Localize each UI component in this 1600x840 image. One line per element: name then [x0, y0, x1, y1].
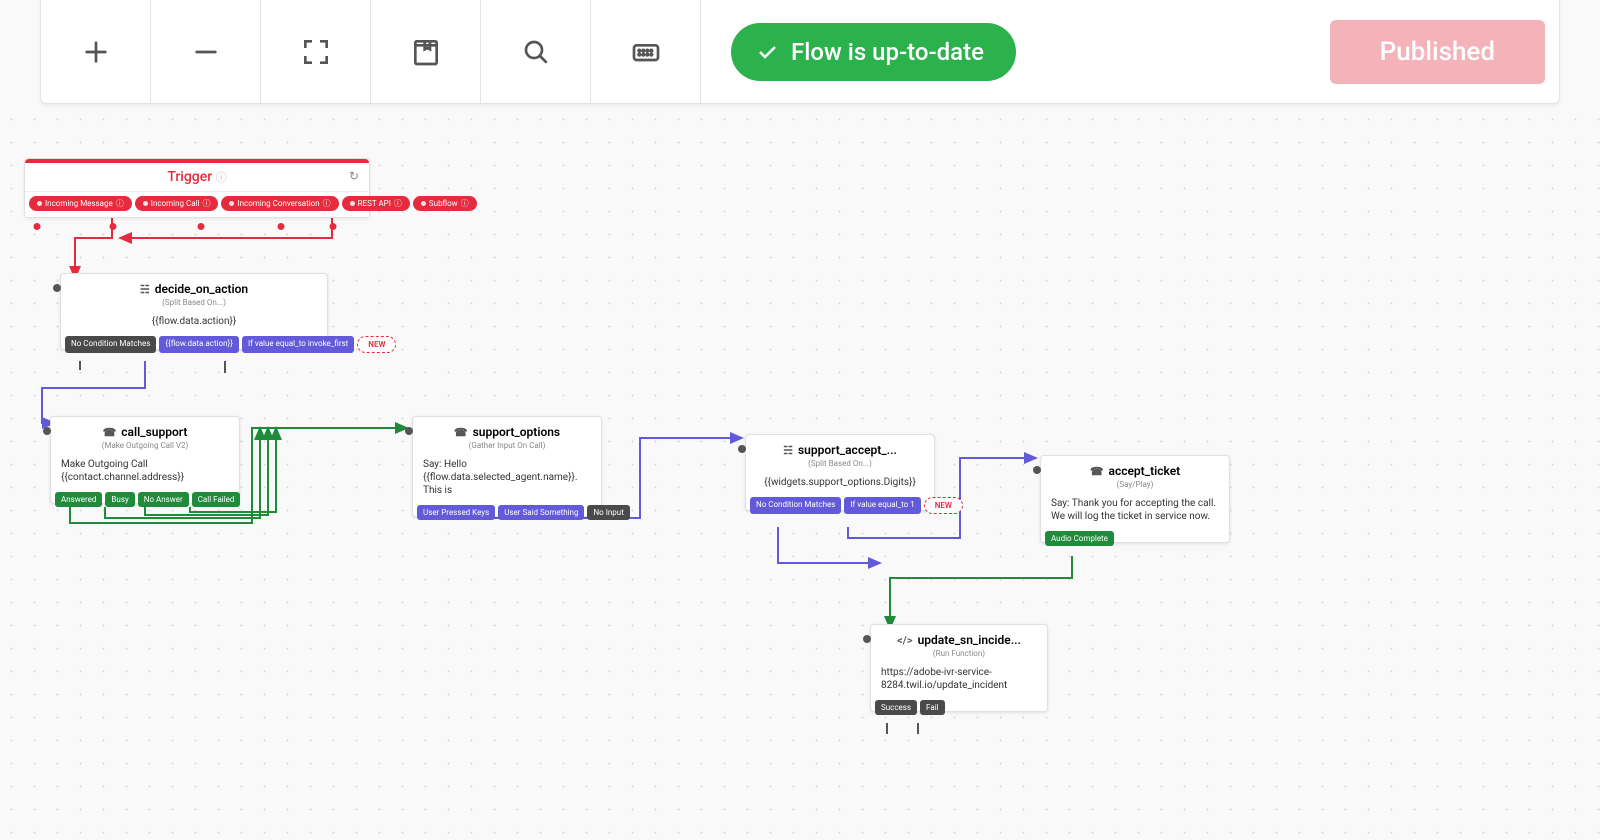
widget-title: decide_on_action: [155, 282, 248, 296]
widget-support-options[interactable]: ☎support_options (Gather Input On Call) …: [412, 416, 602, 517]
fullscreen-icon: [300, 36, 332, 68]
out-success[interactable]: Success: [875, 700, 917, 715]
keyboard-icon: [630, 36, 662, 68]
trigger-pill-incoming-call[interactable]: Incoming Callⓘ: [135, 196, 219, 211]
widget-title: call_support: [121, 425, 187, 439]
flow-canvas[interactable]: Trigger ⓘ ↻ Incoming Messageⓘ Incoming C…: [0, 108, 1600, 840]
out-answered[interactable]: Answered: [55, 492, 102, 507]
info-icon: ⓘ: [216, 171, 227, 184]
out-fail[interactable]: Fail: [920, 700, 945, 715]
search-icon: [520, 36, 552, 68]
widget-body: Say: Thank you for accepting the call. W…: [1041, 493, 1229, 531]
widget-subtitle: (Split Based On...): [746, 459, 934, 472]
out-flow-action[interactable]: {{flow.data.action}}: [159, 336, 239, 353]
widget-body: https://adobe-ivr-service-8284.twil.io/u…: [871, 662, 1047, 700]
out-said-something[interactable]: User Said Something: [498, 505, 584, 520]
out-no-condition[interactable]: No Condition Matches: [65, 336, 156, 353]
widget-title: update_sn_incide...: [918, 633, 1021, 647]
library-button[interactable]: [371, 0, 481, 104]
widget-call-support[interactable]: ☎ call_support (Make Outgoing Call V2) Ma…: [50, 416, 240, 504]
out-busy[interactable]: Busy: [105, 492, 134, 507]
trigger-title-label: Trigger: [167, 169, 212, 185]
out-if-equal[interactable]: If value equal_to 1: [844, 497, 920, 514]
widget-title: support_options: [473, 425, 561, 439]
widget-subtitle: (Split Based On...): [61, 298, 327, 311]
publish-label: Published: [1380, 37, 1495, 67]
out-new[interactable]: NEW: [924, 497, 963, 514]
out-no-answer[interactable]: No Answer: [138, 492, 189, 507]
widget-update-sn-incident[interactable]: </> update_sn_incide... (Run Function) ht…: [870, 624, 1048, 712]
widget-body: {{widgets.support_options.Digits}}: [746, 472, 934, 497]
widget-subtitle: (Say/Play): [1041, 480, 1229, 493]
trigger-pill-subflow[interactable]: Subflowⓘ: [413, 196, 477, 211]
check-icon: [755, 40, 779, 64]
keyboard-button[interactable]: [591, 0, 701, 104]
out-audio-complete[interactable]: Audio Complete: [1045, 531, 1114, 546]
flow-status-badge: Flow is up-to-date: [731, 23, 1016, 81]
search-button[interactable]: [481, 0, 591, 104]
widget-support-accept[interactable]: ☵support_accept_... (Split Based On...) …: [745, 434, 935, 511]
trigger-pill-rest-api[interactable]: REST APIⓘ: [342, 196, 410, 211]
minus-icon: [190, 36, 222, 68]
out-call-failed[interactable]: Call Failed: [192, 492, 241, 507]
out-pressed-keys[interactable]: User Pressed Keys: [417, 505, 495, 520]
flow-status-label: Flow is up-to-date: [791, 38, 984, 66]
zoom-out-button[interactable]: [151, 0, 261, 104]
fit-screen-button[interactable]: [261, 0, 371, 104]
publish-button[interactable]: Published: [1330, 20, 1545, 84]
out-new[interactable]: NEW: [357, 336, 396, 353]
phone-icon: ☎: [103, 426, 117, 439]
widget-body: Make Outgoing Call {{contact.channel.add…: [51, 454, 239, 492]
widget-subtitle: (Run Function): [871, 649, 1047, 662]
zoom-in-button[interactable]: [41, 0, 151, 104]
widget-decide-on-action[interactable]: ☵ decide_on_action (Split Based On...) {{…: [60, 273, 328, 350]
book-icon: [410, 36, 442, 68]
toolbar: Flow is up-to-date Published: [40, 0, 1560, 104]
trigger-pill-incoming-message[interactable]: Incoming Messageⓘ: [29, 196, 132, 211]
widget-title: support_accept_...: [798, 443, 897, 457]
out-no-input[interactable]: No Input: [587, 505, 629, 520]
widget-accept-ticket[interactable]: ☎ accept_ticket (Say/Play) Say: Thank you…: [1040, 455, 1230, 543]
phone-icon: ☎: [1090, 465, 1104, 478]
trigger-pill-incoming-conversation[interactable]: Incoming Conversationⓘ: [221, 196, 338, 211]
phone-icon: ☎: [454, 426, 468, 439]
out-no-condition[interactable]: No Condition Matches: [750, 497, 841, 514]
split-icon: ☵: [783, 444, 793, 457]
plus-icon: [80, 36, 112, 68]
share-icon[interactable]: ↻: [349, 169, 359, 183]
widget-subtitle: (Gather Input On Call): [413, 441, 601, 454]
split-icon: ☵: [140, 283, 150, 296]
widget-body: Say: Hello {{flow.data.selected_agent.na…: [413, 454, 601, 505]
code-icon: </>: [897, 634, 913, 647]
widget-title: accept_ticket: [1109, 464, 1181, 478]
out-if-equal[interactable]: If value equal_to invoke_first: [242, 336, 354, 353]
widget-subtitle: (Make Outgoing Call V2): [51, 441, 239, 454]
trigger-widget[interactable]: Trigger ⓘ ↻ Incoming Messageⓘ Incoming C…: [24, 158, 370, 218]
widget-body: {{flow.data.action}}: [61, 311, 327, 336]
